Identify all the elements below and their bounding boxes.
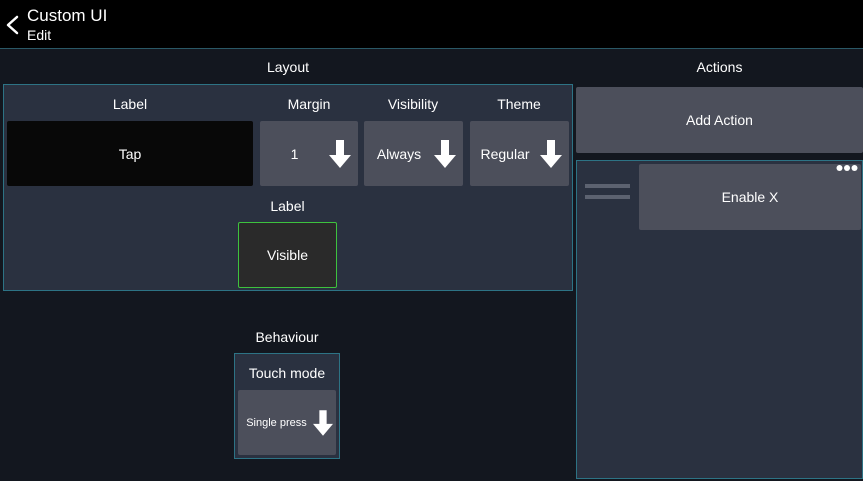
- arrow-down-icon: [540, 139, 562, 168]
- app-subtitle: Edit: [27, 27, 52, 43]
- layout-panel: Label Margin Visibility Theme Tap 1 Alwa…: [3, 84, 573, 291]
- label-text-value: Tap: [118, 145, 142, 162]
- header-bar: Custom UI Edit: [0, 0, 863, 49]
- theme-dropdown[interactable]: Regular: [470, 121, 569, 186]
- margin-column-header: Margin: [287, 96, 331, 112]
- actions-title: Actions: [696, 59, 743, 75]
- label-visible-toggle[interactable]: Visible: [238, 222, 337, 288]
- app-title: Custom UI: [27, 6, 108, 25]
- theme-value: Regular: [480, 145, 530, 162]
- arrow-down-icon: [313, 409, 333, 436]
- touch-mode-label: Touch mode: [248, 365, 326, 381]
- label-visibility-title: Label: [270, 198, 305, 214]
- add-action-button[interactable]: Add Action: [576, 87, 863, 153]
- margin-value: 1: [290, 145, 299, 162]
- margin-dropdown[interactable]: 1: [260, 121, 358, 186]
- chevron-left-icon[interactable]: [4, 14, 22, 36]
- touch-mode-dropdown[interactable]: Single press: [238, 390, 336, 455]
- behaviour-title: Behaviour: [255, 329, 319, 345]
- label-visible-value: Visible: [267, 247, 308, 263]
- visibility-dropdown[interactable]: Always: [364, 121, 463, 186]
- arrow-down-icon: [329, 139, 351, 168]
- more-dots-icon[interactable]: [836, 164, 858, 172]
- action-item[interactable]: Enable X: [639, 164, 861, 230]
- behaviour-panel: Touch mode Single press: [234, 353, 340, 459]
- actions-list: Enable X: [576, 160, 863, 479]
- visibility-column-header: Visibility: [387, 96, 439, 112]
- theme-column-header: Theme: [497, 96, 541, 112]
- touch-mode-value: Single press: [246, 416, 307, 429]
- label-column-header: Label: [112, 96, 148, 112]
- drag-handle-icon[interactable]: [585, 184, 630, 202]
- label-text-field[interactable]: Tap: [7, 121, 253, 186]
- action-item-label: Enable X: [721, 189, 779, 205]
- visibility-value: Always: [376, 145, 422, 162]
- arrow-down-icon: [434, 139, 456, 168]
- layout-title: Layout: [266, 59, 310, 75]
- add-action-label: Add Action: [686, 112, 753, 128]
